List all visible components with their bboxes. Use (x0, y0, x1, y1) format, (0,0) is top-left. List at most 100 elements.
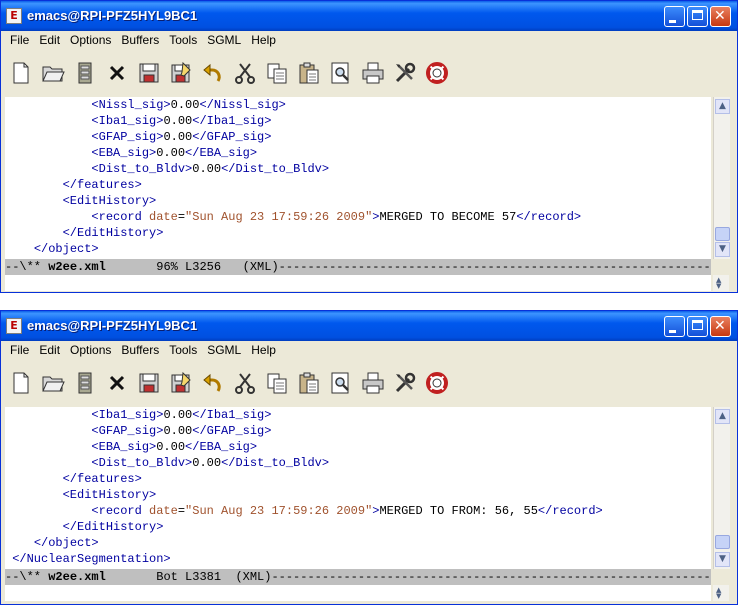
vertical-scrollbar[interactable]: ▲ ▼ (713, 407, 730, 569)
copy-button[interactable] (261, 58, 293, 92)
open-folder-button[interactable] (37, 58, 69, 92)
maximize-button[interactable] (687, 6, 708, 27)
title-bar[interactable]: Eemacs@RPI-PFZ5HYL9BC1 ✕ (1, 1, 737, 31)
scroll-thumb[interactable] (715, 535, 730, 549)
emacs-app-icon[interactable]: E (6, 318, 22, 334)
scroll-up-button[interactable]: ▲ (715, 99, 730, 114)
search-button[interactable] (325, 368, 357, 402)
menu-options[interactable]: Options (65, 341, 116, 359)
cut-button[interactable] (229, 368, 261, 402)
mode-line[interactable]: --\** w2ee.xml 96% L3256 (XML)----------… (5, 259, 711, 275)
menu-buffers[interactable]: Buffers (116, 31, 164, 49)
cut-button[interactable] (229, 58, 261, 92)
undo-icon (201, 371, 225, 400)
save-button[interactable] (133, 368, 165, 402)
copy-button[interactable] (261, 368, 293, 402)
code-token: <EditHistory> (62, 488, 157, 502)
code-token: <Iba1_sig> (91, 114, 164, 128)
menu-sgml[interactable]: SGML (202, 31, 246, 49)
menu-file[interactable]: File (5, 341, 34, 359)
dired-icon (73, 61, 97, 90)
vertical-scrollbar[interactable]: ▲ ▼ (713, 97, 730, 259)
close-button[interactable]: ✕ (710, 316, 731, 337)
search-button[interactable] (325, 58, 357, 92)
minibuffer[interactable] (5, 585, 711, 601)
menu-tools[interactable]: Tools (164, 341, 202, 359)
help-button[interactable] (421, 58, 453, 92)
close-buffer-button[interactable] (101, 368, 133, 402)
code-token: 0.00 (163, 130, 193, 144)
save-as-button[interactable] (165, 58, 197, 92)
menu-file[interactable]: File (5, 31, 34, 49)
new-file-button[interactable] (5, 368, 37, 402)
dired-button[interactable] (69, 368, 101, 402)
scroll-down-button[interactable]: ▼ (715, 242, 730, 257)
code-token: </Iba1_sig> (192, 408, 272, 422)
emacs-window-2: Eemacs@RPI-PFZ5HYL9BC1 ✕ File Edit Options Bu… (0, 310, 738, 605)
new-file-button[interactable] (5, 58, 37, 92)
minibuffer[interactable] (5, 275, 711, 291)
menu-edit[interactable]: Edit (34, 341, 65, 359)
open-folder-button[interactable] (37, 368, 69, 402)
minimize-button[interactable] (664, 6, 685, 27)
menu-help[interactable]: Help (246, 341, 281, 359)
undo-button[interactable] (197, 368, 229, 402)
print-icon (361, 371, 385, 400)
save-button[interactable] (133, 58, 165, 92)
paste-button[interactable] (293, 58, 325, 92)
scroll-thumb[interactable] (715, 227, 730, 241)
help-icon (425, 371, 449, 400)
print-button[interactable] (357, 58, 389, 92)
code-token: <EditHistory> (62, 194, 157, 208)
undo-button[interactable] (197, 58, 229, 92)
paste-button[interactable] (293, 368, 325, 402)
code-token: <GFAP_sig> (91, 424, 164, 438)
help-icon (425, 61, 449, 90)
minibuffer-scroll[interactable]: ▲ ▼ (713, 275, 729, 291)
modeline-status: --\** (5, 260, 49, 274)
close-buffer-button[interactable] (101, 58, 133, 92)
preferences-button[interactable] (389, 58, 421, 92)
close-button[interactable]: ✕ (710, 6, 731, 27)
minimize-button[interactable] (664, 316, 685, 337)
code-line: </object> (5, 535, 711, 551)
menu-buffers[interactable]: Buffers (116, 341, 164, 359)
mode-line[interactable]: --\** w2ee.xml Bot L3381 (XML)----------… (5, 569, 711, 585)
menu-help[interactable]: Help (246, 31, 281, 49)
print-button[interactable] (357, 368, 389, 402)
print-icon (361, 61, 385, 90)
emacs-app-icon[interactable]: E (6, 8, 22, 24)
preferences-button[interactable] (389, 368, 421, 402)
scroll-down-button[interactable]: ▼ (715, 552, 730, 567)
scroll-up-button[interactable]: ▲ (715, 409, 730, 424)
code-token: <record (91, 210, 150, 224)
modeline-position: Bot L3381 (XML)-------------------------… (156, 570, 711, 584)
modeline-buffer-name[interactable]: w2ee.xml (48, 260, 106, 274)
help-button[interactable] (421, 368, 453, 402)
minibuffer-scroll[interactable]: ▲ ▼ (713, 585, 729, 601)
menu-tools[interactable]: Tools (164, 31, 202, 49)
modeline-buffer-name[interactable]: w2ee.xml (48, 570, 106, 584)
code-token: 0.00 (163, 424, 193, 438)
dired-button[interactable] (69, 58, 101, 92)
editor-buffer[interactable]: <Iba1_sig>0.00</Iba1_sig> <GFAP_sig>0.00… (5, 407, 711, 569)
menu-edit[interactable]: Edit (34, 31, 65, 49)
editor-buffer[interactable]: <Nissl_sig>0.00</Nissl_sig> <Iba1_sig>0.… (5, 97, 711, 259)
save-as-button[interactable] (165, 368, 197, 402)
maximize-button[interactable] (687, 316, 708, 337)
menu-options[interactable]: Options (65, 31, 116, 49)
code-line: <record date="Sun Aug 23 17:59:26 2009">… (5, 503, 711, 519)
menu-sgml[interactable]: SGML (202, 341, 246, 359)
window-title: emacs@RPI-PFZ5HYL9BC1 (27, 8, 198, 23)
code-token: </object> (33, 536, 99, 550)
title-bar[interactable]: Eemacs@RPI-PFZ5HYL9BC1 ✕ (1, 311, 737, 341)
